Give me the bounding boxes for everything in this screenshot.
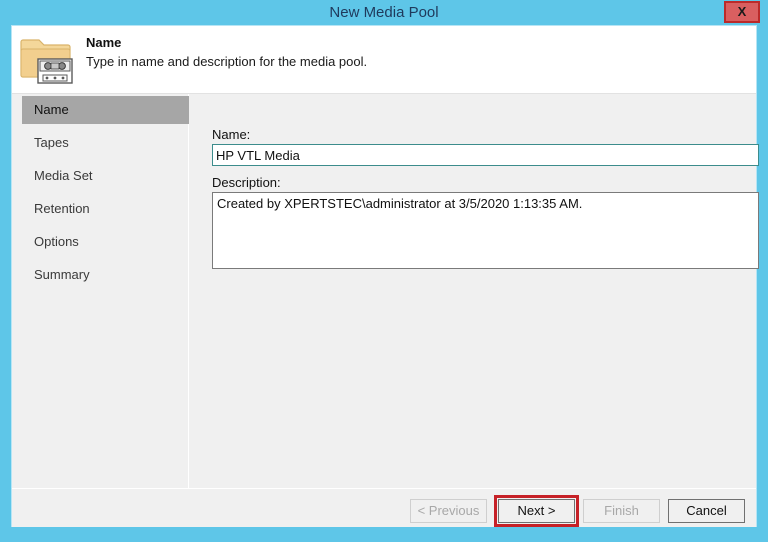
page-subtitle: Type in name and description for the med… [86,54,368,69]
sidebar-item-summary[interactable]: Summary [22,261,199,289]
close-button[interactable]: X [724,1,760,23]
window-title: New Media Pool [329,4,439,21]
next-button[interactable]: Next > [498,499,575,523]
sidebar-item-options[interactable]: Options [22,228,199,256]
previous-button[interactable]: < Previous [410,499,487,523]
finish-button[interactable]: Finish [583,499,660,523]
sidebar-item-media-set[interactable]: Media Set [22,162,199,190]
dialog-content: Name: Description: [189,94,759,488]
sidebar-item-name[interactable]: Name [22,96,199,124]
new-media-pool-dialog: Name Type in name and description for th… [12,26,759,527]
folder-tape-icon [20,33,74,85]
name-input[interactable] [212,144,759,166]
sidebar-item-tapes[interactable]: Tapes [22,129,199,157]
dialog-body: Name Tapes Media Set Retention Options S… [12,94,759,488]
wizard-header: Name Type in name and description for th… [12,26,756,94]
dialog-footer: < Previous Next > Finish Cancel [12,488,756,527]
sidebar-item-retention[interactable]: Retention [22,195,199,223]
description-textarea[interactable] [212,192,759,269]
window-titlebar: New Media Pool X [0,0,768,26]
page-title: Name [86,35,122,50]
description-label: Description: [212,175,281,190]
wizard-step-list: Name Tapes Media Set Retention Options S… [12,94,199,488]
name-label: Name: [212,127,251,142]
cancel-button[interactable]: Cancel [668,499,745,523]
